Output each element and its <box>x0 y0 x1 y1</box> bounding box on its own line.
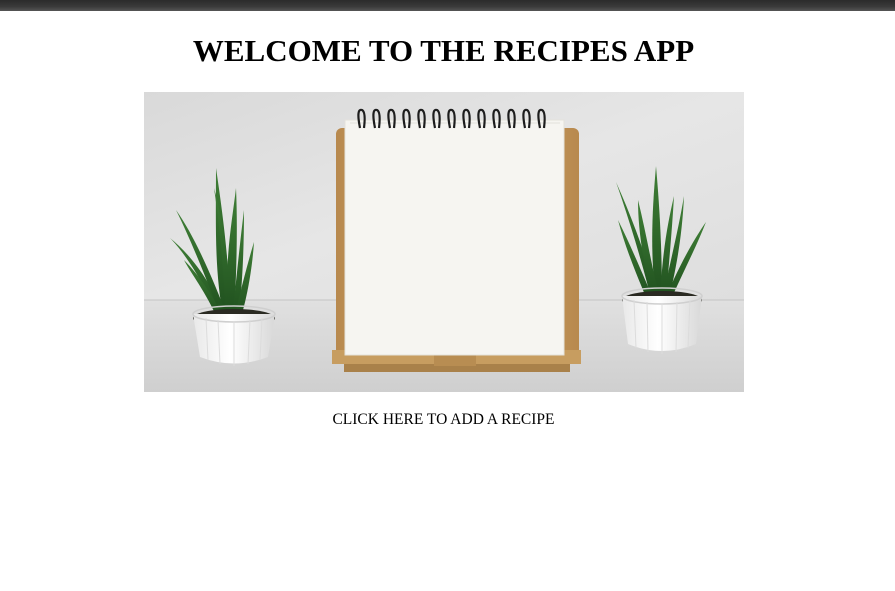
add-recipe-link[interactable]: CLICK HERE TO ADD A RECIPE <box>0 411 887 429</box>
page-content: WELCOME TO THE RECIPES APP CLICK HERE TO… <box>0 11 895 591</box>
browser-top-bar <box>0 0 895 11</box>
page-title: WELCOME TO THE RECIPES APP <box>192 33 695 68</box>
notebook <box>344 108 565 356</box>
hero-image <box>144 92 744 392</box>
